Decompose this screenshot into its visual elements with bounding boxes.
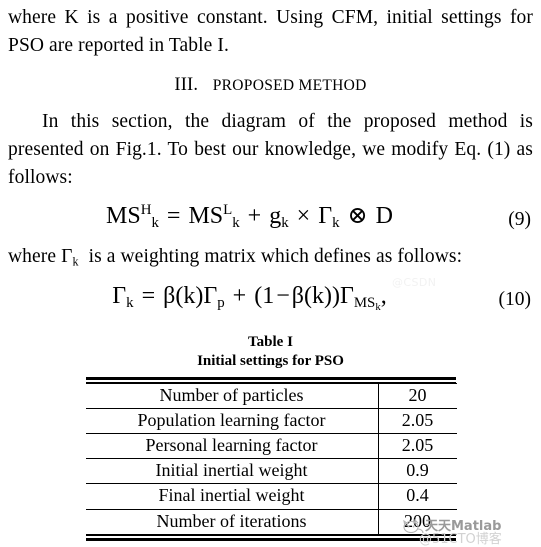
table-row: Population learning factor 2.05 — [85, 407, 457, 434]
eq10-beta: β(k) — [163, 283, 204, 310]
eq9-lhs: MSHk — [106, 202, 159, 232]
paragraph-in-this-section: In this section, the diagram of the prop… — [8, 111, 533, 188]
table-cell-value: 20 — [378, 382, 457, 409]
paragraph-where-k: where K is a positive constant. Using CF… — [8, 7, 533, 56]
table-caption-line1: Table I — [248, 334, 293, 351]
eq10-open: (1 — [254, 283, 275, 310]
equation-9-number: (9) — [508, 209, 531, 231]
equation-9-body: MSHk = MSLk + gk × Γk ⊗ D — [8, 202, 533, 232]
table-row: Number of particles 20 — [85, 382, 457, 409]
eq9-d: D — [375, 203, 393, 230]
table-cell-label: Personal learning factor — [85, 432, 379, 460]
eq9-rhs: MSLk — [188, 202, 240, 232]
pso-settings-table: Number of particles 20 Population learni… — [85, 382, 457, 535]
table-row: Personal learning factor 2.05 — [85, 432, 457, 460]
table-caption: Table I Initial settings for PSO — [86, 333, 456, 371]
table-caption-line2: Initial settings for PSO — [197, 353, 344, 370]
eq9-gamma-term: Γk — [318, 203, 340, 232]
table-cell-label: Final inertial weight — [85, 483, 379, 510]
equation-10: Γk = β(k)Γp + (1−β(k))ΓMSk, (10) — [8, 283, 533, 317]
eq10-equals: = — [141, 283, 156, 310]
table-row: Number of iterations 200 — [85, 508, 457, 535]
equation-10-body: Γk = β(k)Γp + (1−β(k))ΓMSk, — [8, 283, 533, 314]
eq9-times: × — [296, 203, 311, 230]
eq10-minus: − — [276, 283, 290, 310]
table-cell-label: Number of particles — [85, 382, 379, 409]
eq10-gamma-p: Γp — [203, 283, 225, 312]
inline-gamma: Γk — [61, 246, 79, 269]
table-body: Number of particles 20 Population learni… — [85, 382, 457, 535]
eq10-lhs: Γk — [112, 283, 134, 312]
table-cell-label: Initial inertial weight — [85, 458, 379, 485]
table-row: Initial inertial weight 0.9 — [85, 458, 457, 485]
eq9-equals: = — [166, 203, 181, 230]
table-cell-label: Population learning factor — [85, 407, 379, 434]
eq9-g-term: gk — [269, 203, 289, 232]
section-heading: III. PROPOSED METHOD — [8, 75, 533, 96]
eq10-comma: , — [380, 283, 387, 310]
table-bottom-rule — [85, 534, 456, 541]
table-cell-label: Number of iterations — [85, 508, 379, 535]
table-cell-value: 0.9 — [378, 458, 457, 485]
equation-10-number: (10) — [498, 289, 532, 311]
table-cell-value: 200 — [378, 508, 457, 535]
section-number: III. — [174, 75, 199, 96]
equation-9: MSHk = MSLk + gk × Γk ⊗ D (9) — [8, 203, 533, 237]
paragraph-where-gamma: where Γk is a weighting matrix which def… — [8, 246, 463, 269]
table-row: Final inertial weight 0.4 — [85, 483, 457, 510]
document-page: where K is a positive constant. Using CF… — [0, 0, 541, 547]
table-cell-value: 0.4 — [378, 483, 457, 510]
table-cell-value: 2.05 — [378, 407, 457, 434]
eq9-plus: + — [247, 203, 262, 230]
section-title: PROPOSED METHOD — [212, 77, 367, 95]
eq10-beta2: β(k)) — [291, 283, 340, 310]
eq9-otimes: ⊗ — [347, 203, 368, 230]
table-pso: Table I Initial settings for PSO Number … — [85, 333, 457, 541]
eq10-gamma-ms: ΓMSk — [339, 283, 381, 314]
table-cell-value: 2.05 — [378, 432, 457, 460]
eq10-plus: + — [232, 283, 247, 310]
